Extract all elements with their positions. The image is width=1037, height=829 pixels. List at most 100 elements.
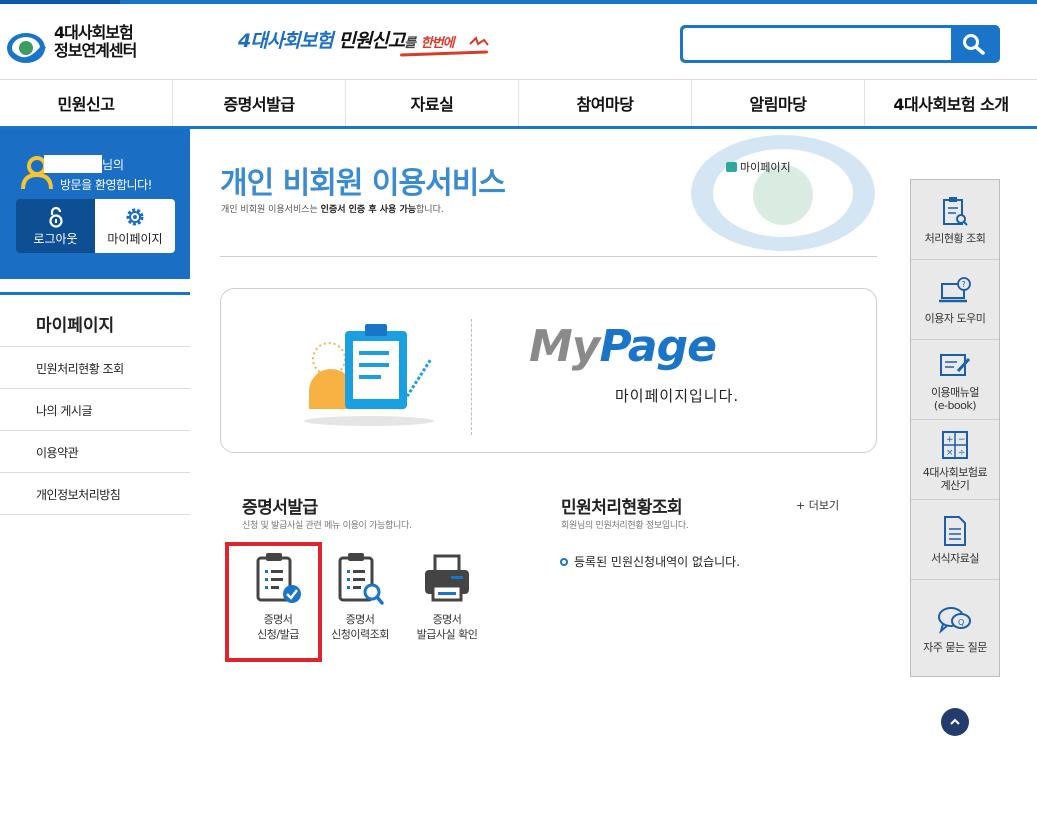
svg-text:÷: ÷: [958, 448, 965, 458]
logo-mark-icon: [7, 33, 46, 63]
edit-document-icon: [940, 353, 971, 376]
slogan-part1: 4대사회보험: [238, 30, 334, 52]
highlight-box: [225, 542, 322, 662]
quick-item-status-label: 처리현황 조회: [924, 232, 986, 245]
side-item-terms[interactable]: 이용약관: [0, 431, 190, 473]
main-nav: 민원신고 증명서발급 자료실 참여마당 알림마당 4대사회보험 소개: [0, 79, 1037, 129]
title-divider: [220, 256, 877, 257]
quick-item-calculator-line1: 4대사회보험료: [922, 465, 988, 479]
site-logo[interactable]: 4대사회보험 정보연계센터: [6, 24, 156, 70]
nav-item-participation[interactable]: 참여마당: [519, 80, 692, 126]
banner-divider: [471, 319, 472, 435]
side-item-privacy[interactable]: 개인정보처리방침: [0, 473, 190, 515]
laptop-help-icon: ?: [939, 277, 971, 303]
slogan-part4: 한번에: [420, 36, 455, 51]
cert-verify-line2: 발급사실 확인: [416, 628, 478, 641]
breadcrumb[interactable]: 마이페이지: [726, 159, 791, 175]
lock-icon: [48, 206, 63, 228]
mypage-button[interactable]: 마이페이지: [95, 199, 175, 253]
slogan-flourish-icon: [469, 36, 489, 46]
side-menu: 마이페이지 민원처리현황 조회 나의 게시글 이용약관 개인정보처리방침: [0, 292, 190, 515]
logo-line1: 4대사회보험: [54, 23, 134, 42]
bullet-icon: [560, 557, 568, 566]
cert-verify-line1: 증명서: [432, 613, 462, 626]
logo-line2: 정보연계센터: [54, 41, 137, 60]
mypage-logo: MyPage: [529, 321, 717, 372]
logout-label: 로그아웃: [33, 231, 78, 246]
user-name-redacted: [44, 155, 102, 173]
welcome-suffix: 님의: [102, 158, 125, 172]
chat-bubbles-icon: Q: [938, 606, 971, 634]
calculator-icon: + − × ÷: [942, 430, 968, 459]
side-menu-title: 마이페이지: [0, 295, 190, 347]
gear-icon: [126, 208, 144, 225]
slogan: 4대사회보험 민원신고를 한번에: [238, 26, 455, 53]
more-link[interactable]: + 더보기: [796, 497, 839, 513]
cert-history-line1: 증명서: [345, 613, 375, 626]
quick-item-status[interactable]: 처리현황 조회: [911, 180, 999, 260]
status-empty-text: 등록된 민원신청내역이 없습니다.: [574, 555, 741, 569]
quick-item-help[interactable]: ? 이용자 도우미: [911, 260, 999, 340]
mypage-label: 마이페이지: [107, 231, 163, 246]
page-title: 개인 비회원 이용서비스: [220, 166, 506, 201]
chevron-up-icon: [950, 718, 960, 725]
svg-text:?: ?: [962, 280, 966, 289]
background-emblem-icon: [691, 135, 875, 251]
header: 4대사회보험 정보연계센터 4대사회보험 민원신고를 한번에: [0, 4, 1037, 80]
document-list-icon: [944, 516, 966, 546]
welcome-panel: 님의 방문을 환영합니다! 로그아웃 마이페이지: [0, 129, 190, 279]
printer-icon: [425, 554, 469, 602]
cert-verify-button[interactable]: 증명서 발급사실 확인: [399, 548, 495, 642]
desc-part1: 개인 비회원 이용서비스는: [221, 205, 321, 215]
search-input[interactable]: [683, 28, 951, 60]
desc-part2: 합니다.: [416, 205, 444, 215]
side-item-my-posts[interactable]: 나의 게시글: [0, 389, 190, 431]
clipboard-illustration-icon: [304, 324, 434, 426]
clipboard-search-icon: [338, 553, 384, 605]
quick-item-forms-label: 서식자료실: [930, 552, 980, 565]
clipboard-search-icon: [943, 197, 968, 226]
nav-item-about[interactable]: 4대사회보험 소개: [865, 80, 1037, 126]
quick-menu: 처리현황 조회 ? 이용자 도우미 이용매뉴얼 (e-book) + − × ÷: [910, 179, 1000, 677]
mypage-logo-my: My: [529, 321, 600, 372]
quick-item-forms[interactable]: 서식자료실: [911, 500, 999, 580]
svg-text:−: −: [958, 435, 965, 445]
slogan-part2: 민원신고: [338, 30, 405, 52]
logout-button[interactable]: 로그아웃: [16, 199, 95, 253]
quick-item-manual-line1: 이용매뉴얼: [930, 385, 980, 399]
quick-item-calculator[interactable]: + − × ÷ 4대사회보험료 계산기: [911, 420, 999, 500]
slogan-part3: 를: [404, 36, 416, 51]
mypage-logo-page: Page: [599, 321, 716, 372]
svg-text:+: +: [946, 435, 953, 445]
nav-item-civil-report[interactable]: 민원신고: [0, 80, 173, 126]
status-empty-message: 등록된 민원신청내역이 없습니다.: [560, 553, 740, 570]
nav-item-certificate[interactable]: 증명서발급: [173, 80, 346, 126]
quick-item-manual-line2: (e-book): [933, 398, 977, 412]
quick-item-faq-label: 자주 묻는 질문: [923, 640, 987, 654]
nav-item-notice[interactable]: 알림마당: [692, 80, 865, 126]
quick-item-faq[interactable]: Q 자주 묻는 질문: [911, 580, 999, 676]
search-button[interactable]: [951, 28, 997, 60]
desc-bold: 인증서 인증 후 사용 가능: [320, 205, 417, 215]
search-bar: [680, 25, 1000, 63]
mypage-banner: MyPage 마이페이지입니다.: [220, 288, 877, 453]
cert-section-desc: 신청 및 발급사실 관련 메뉴 이용이 가능합니다.: [242, 521, 412, 531]
search-icon: [963, 34, 985, 55]
nav-item-archive[interactable]: 자료실: [346, 80, 519, 126]
mypage-text: 마이페이지입니다.: [615, 387, 740, 405]
quick-item-help-label: 이용자 도우미: [924, 312, 986, 325]
cert-history-line2: 신청이력조회: [331, 628, 389, 641]
scroll-top-button[interactable]: [941, 708, 969, 736]
status-section-title: 민원처리현황조회: [561, 498, 683, 518]
cert-section-title: 증명서발급: [242, 498, 318, 518]
svg-text:Q: Q: [958, 618, 964, 627]
welcome-message: 방문을 환영합니다!: [60, 178, 152, 192]
breadcrumb-label: 마이페이지: [740, 161, 791, 174]
cert-history-button[interactable]: 증명서 신청이력조회: [312, 548, 408, 642]
svg-text:×: ×: [946, 448, 953, 458]
home-icon: [726, 162, 737, 172]
quick-item-manual[interactable]: 이용매뉴얼 (e-book): [911, 340, 999, 420]
side-item-status[interactable]: 민원처리현황 조회: [0, 347, 190, 389]
status-section-desc: 회원님의 민원처리현황 정보입니다.: [561, 521, 689, 531]
page-description: 개인 비회원 이용서비스는 인증서 인증 후 사용 가능합니다.: [221, 202, 444, 215]
